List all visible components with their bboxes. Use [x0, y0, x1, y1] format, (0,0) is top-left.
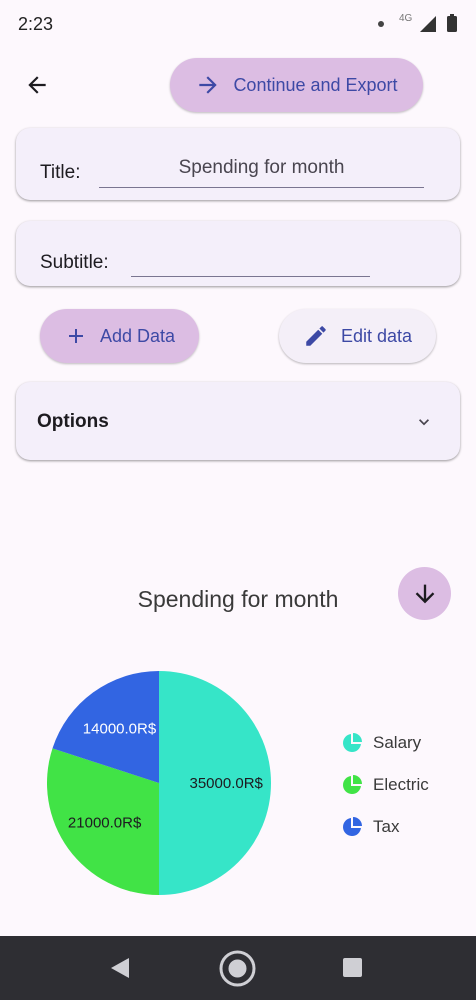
nav-recents-icon[interactable] — [343, 958, 362, 977]
pie-value-label: 35000.0R$ — [189, 775, 263, 792]
arrow-back-icon — [28, 76, 46, 94]
edit-data-label: Edit data — [340, 325, 413, 346]
notification-dot-icon — [378, 21, 384, 27]
options-expander[interactable]: Options — [16, 382, 460, 460]
status-time: 2:23 — [18, 14, 54, 34]
arrow-down-icon — [415, 584, 434, 603]
subtitle-input[interactable] — [131, 243, 370, 277]
nav-home-icon[interactable] — [219, 950, 256, 987]
pie-chart-icon — [343, 817, 362, 836]
plus-icon — [68, 329, 83, 343]
legend-item-salary: Salary — [342, 722, 472, 764]
status-bar: 2:23 4G — [0, 0, 476, 48]
title-card: Title: — [16, 128, 460, 200]
screen: 2:23 4G Continue and Export Title: Subti… — [0, 0, 476, 1000]
signal-icon — [420, 16, 436, 32]
pie-chart-icon — [343, 733, 362, 752]
arrow-forward-icon — [199, 76, 218, 94]
add-data-button[interactable]: Add Data — [40, 309, 199, 363]
network-type-label: 4G — [399, 13, 413, 24]
continue-export-button[interactable]: Continue and Export — [170, 58, 423, 112]
title-label: Title: — [40, 162, 81, 183]
subtitle-label: Subtitle: — [40, 252, 109, 273]
subtitle-card: Subtitle: — [16, 221, 460, 286]
legend-label: Electric — [373, 775, 429, 794]
download-button[interactable] — [398, 567, 451, 620]
battery-icon — [447, 14, 457, 32]
title-input[interactable] — [99, 148, 424, 188]
pie-chart-icon — [343, 775, 362, 794]
system-nav-bar — [0, 936, 476, 1000]
legend-label: Tax — [373, 817, 400, 836]
add-data-label: Add Data — [99, 325, 176, 346]
pie-value-label: 21000.0R$ — [68, 814, 142, 831]
legend-item-electric: Electric — [342, 764, 472, 806]
continue-export-label: Continue and Export — [233, 74, 398, 95]
legend-item-tax: Tax — [342, 806, 472, 848]
legend-label: Salary — [373, 733, 422, 752]
pie-chart: 35000.0R$ 21000.0R$ 14000.0R$ — [47, 671, 271, 895]
back-button[interactable] — [20, 68, 54, 102]
options-label: Options — [37, 411, 109, 432]
pie-value-label: 14000.0R$ — [83, 721, 157, 738]
pencil-icon — [306, 326, 326, 346]
nav-back-icon[interactable] — [109, 957, 131, 979]
chart-legend: Salary Electric Tax — [342, 722, 472, 848]
edit-data-button[interactable]: Edit data — [279, 309, 436, 363]
chevron-down-icon — [419, 419, 429, 426]
